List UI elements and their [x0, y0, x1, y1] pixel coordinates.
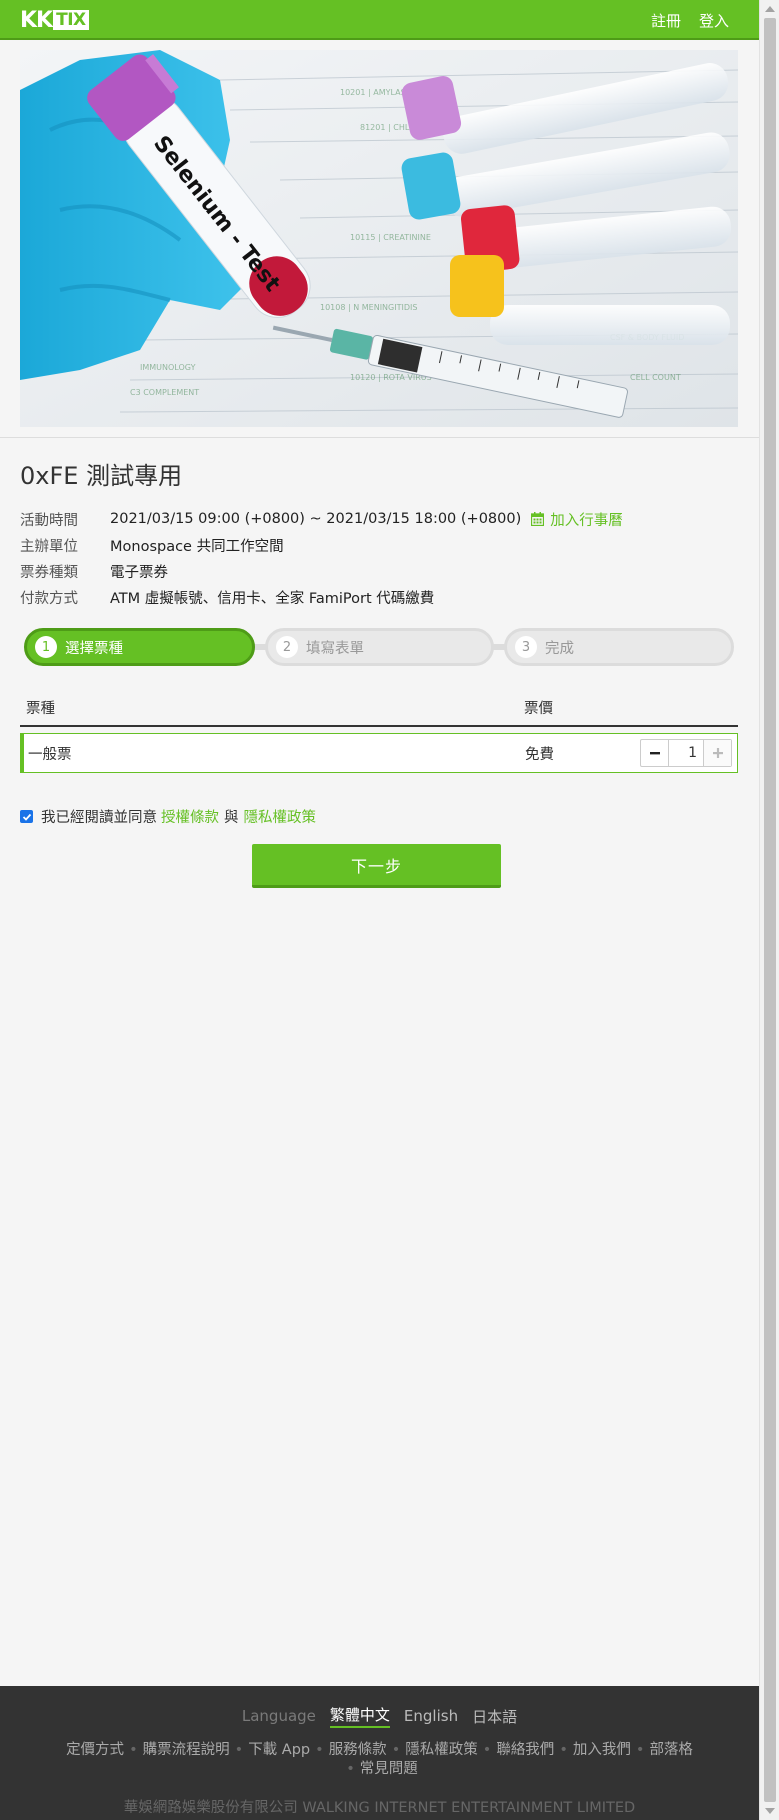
footer-link-terms[interactable]: 服務條款 [329, 1742, 387, 1758]
quantity-input[interactable]: 1 [669, 740, 703, 766]
info-value: Monospace 共同工作空間 [110, 538, 284, 555]
plus-icon [712, 748, 723, 758]
info-row-time: 活動時間 2021/03/15 09:00 (+0800) ~ 2021/03/… [20, 506, 623, 532]
checkmark-icon [22, 813, 31, 821]
separator-dot: • [346, 1761, 355, 1777]
page: KK TIX 註冊 登入 10201 | AMYLASE 81201 | CHL… [0, 0, 759, 1820]
separator-dot: • [559, 1742, 568, 1758]
scroll-up-arrow-icon[interactable] [765, 6, 775, 12]
step-label: 填寫表單 [306, 640, 364, 657]
register-link[interactable]: 註冊 [651, 10, 681, 31]
info-label: 票券種類 [20, 564, 78, 581]
footer: Language 繁體中文 English 日本語 定價方式 • 購票流程說明 • 下載… [0, 1686, 759, 1820]
logo-text-box: TIX [53, 10, 89, 30]
footer-link-privacy[interactable]: 隱私權政策 [405, 1742, 478, 1758]
table-header: 票種 票價 [20, 690, 738, 727]
ticket-name: 一般票 [28, 746, 72, 763]
ticket-price: 免費 [525, 746, 554, 763]
info-label: 活動時間 [20, 512, 78, 529]
footer-link-pricing[interactable]: 定價方式 [66, 1742, 124, 1758]
next-step-button[interactable]: 下一步 [252, 844, 501, 888]
step-number: 2 [276, 636, 298, 658]
column-header-price: 票價 [524, 701, 553, 717]
agree-checkbox[interactable] [20, 810, 33, 823]
calendar-icon [531, 512, 545, 526]
login-link[interactable]: 登入 [699, 10, 729, 31]
step-number: 1 [35, 636, 57, 658]
step-label: 選擇票種 [65, 640, 123, 657]
step-fill-form: 2 填寫表單 [265, 628, 494, 666]
agree-and-text: 與 [224, 810, 239, 826]
info-row-ticket-type: 票券種類 電子票券 [20, 558, 623, 584]
footer-link-download-app[interactable]: 下載 App [248, 1742, 310, 1758]
info-row-organizer: 主辦單位 Monospace 共同工作空間 [20, 532, 623, 558]
svg-text:10115 | CREATININE: 10115 | CREATININE [350, 233, 431, 242]
agree-text: 我已經閱讀並同意 [41, 810, 157, 826]
footer-link-faq[interactable]: 常見問題 [360, 1761, 418, 1777]
separator-dot: • [482, 1742, 492, 1758]
top-nav-bar: KK TIX 註冊 登入 [0, 0, 759, 40]
svg-text:C3 COMPLEMENT: C3 COMPLEMENT [130, 388, 199, 397]
language-option-zh-tw[interactable]: 繁體中文 [329, 1704, 390, 1728]
footer-link-purchase-guide[interactable]: 購票流程說明 [143, 1742, 230, 1758]
step-select-ticket: 1 選擇票種 [24, 628, 255, 666]
scrollbar-thumb[interactable] [764, 18, 776, 1802]
language-option-en[interactable]: English [404, 1707, 458, 1725]
language-switcher: Language 繁體中文 English 日本語 [0, 1704, 759, 1728]
separator-dot: • [635, 1742, 645, 1758]
increase-quantity-button[interactable] [703, 740, 731, 766]
footer-link-blog[interactable]: 部落格 [649, 1742, 693, 1758]
separator-dot: • [391, 1742, 401, 1758]
progress-steps: 1 選擇票種 2 填寫表單 3 完成 [24, 628, 734, 668]
step-label: 完成 [545, 640, 574, 657]
logo-text-left: KK [20, 7, 53, 33]
svg-text:CELL COUNT: CELL COUNT [630, 373, 681, 382]
table-row: 一般票 免費 1 [20, 733, 738, 773]
terms-link[interactable]: 授權條款 [161, 806, 219, 827]
agreement-row: 我已經閱讀並同意 授權條款 與 隱私權政策 [20, 806, 320, 827]
kktix-logo[interactable]: KK TIX [20, 7, 89, 33]
footer-links: 定價方式 • 購票流程說明 • 下載 App • 服務條款 • 隱私權政策 • 聯絡我們 • 加入我們 •… [40, 1741, 719, 1779]
footer-link-contact[interactable]: 聯絡我們 [496, 1742, 554, 1758]
language-label: Language [241, 1707, 316, 1725]
vertical-scrollbar[interactable] [759, 0, 779, 1820]
event-info-list: 活動時間 2021/03/15 09:00 (+0800) ~ 2021/03/… [20, 506, 623, 610]
info-label: 主辦單位 [20, 538, 78, 555]
quantity-stepper: 1 [640, 739, 732, 767]
event-title: 0xFE 測試專用 [20, 462, 183, 490]
banner-illustration: 10201 | AMYLASE 81201 | CHLORIDE 10115 |… [20, 50, 738, 427]
scroll-down-arrow-icon[interactable] [765, 1808, 775, 1814]
step-complete: 3 完成 [504, 628, 734, 666]
add-to-calendar-link[interactable]: 加入行事曆 [531, 509, 623, 530]
privacy-link[interactable]: 隱私權政策 [244, 806, 317, 827]
ticket-table: 票種 票價 一般票 免費 1 [20, 690, 738, 773]
separator-dot: • [234, 1742, 244, 1758]
minus-icon [649, 752, 660, 755]
event-banner-image: 10201 | AMYLASE 81201 | CHLORIDE 10115 |… [20, 50, 738, 427]
info-row-payment: 付款方式 ATM 虛擬帳號、信用卡、全家 FamiPort 代碼繳費 [20, 584, 623, 610]
info-value: ATM 虛擬帳號、信用卡、全家 FamiPort 代碼繳費 [110, 590, 435, 607]
separator-dot: • [129, 1742, 138, 1758]
svg-text:10108 | N MENINGITIDIS: 10108 | N MENINGITIDIS [320, 303, 417, 312]
separator-dot: • [315, 1742, 324, 1758]
decrease-quantity-button[interactable] [641, 740, 669, 766]
column-header-ticket: 票種 [26, 701, 55, 717]
banner-divider [0, 437, 759, 438]
add-to-calendar-label: 加入行事曆 [550, 512, 623, 529]
header-nav: 註冊 登入 [651, 0, 729, 40]
footer-link-careers[interactable]: 加入我們 [573, 1742, 631, 1758]
step-number: 3 [515, 636, 537, 658]
info-value: 電子票券 [110, 564, 168, 581]
svg-text:10201 | AMYLASE: 10201 | AMYLASE [340, 88, 411, 97]
info-label: 付款方式 [20, 590, 78, 607]
language-option-ja[interactable]: 日本語 [472, 1706, 517, 1727]
copyright-text: 華娛網路娛樂股份有限公司 WALKING INTERNET ENTERTAINM… [123, 1800, 636, 1816]
info-value: 2021/03/15 09:00 (+0800) ~ 2021/03/15 18… [110, 511, 522, 527]
svg-text:IMMUNOLOGY: IMMUNOLOGY [140, 363, 196, 372]
